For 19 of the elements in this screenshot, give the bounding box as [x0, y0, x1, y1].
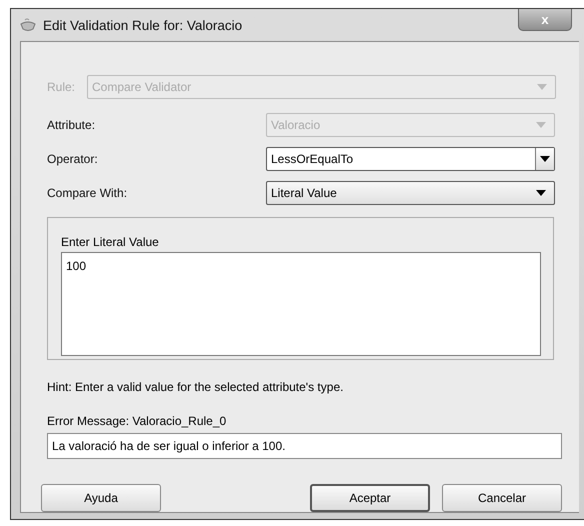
dropdown[interactable]: LessOrEqualTo — [266, 147, 555, 171]
dropdown[interactable]: Literal Value — [266, 181, 555, 205]
dropdown-arrow-icon — [536, 122, 546, 128]
dialog-button[interactable]: Aceptar — [310, 484, 430, 512]
literal-value-field[interactable]: 100 — [61, 252, 541, 356]
error-message-label: Error Message: Valoracio_Rule_0 — [47, 414, 228, 428]
dropdown-arrow-icon — [536, 190, 546, 196]
dropdown-arrow-icon — [537, 84, 547, 90]
field-label: Operator: — [47, 152, 99, 166]
cup-icon — [19, 18, 37, 32]
hint-text: Hint: Enter a valid value for the selected attribute's type. — [47, 380, 344, 394]
literal-value-label: Enter Literal Value — [61, 235, 160, 249]
error-message-field[interactable]: La valoració ha de ser igual o inferior a 100. — [47, 433, 562, 459]
field-label: Attribute: — [47, 118, 96, 132]
dialog-button[interactable]: Ayuda — [41, 484, 161, 512]
dialog-button[interactable]: Cancelar — [442, 484, 562, 512]
rule-label: Rule: — [47, 80, 76, 94]
field-label: Compare With: — [47, 186, 128, 200]
window-title: Edit Validation Rule for: Valoracio — [43, 18, 242, 32]
